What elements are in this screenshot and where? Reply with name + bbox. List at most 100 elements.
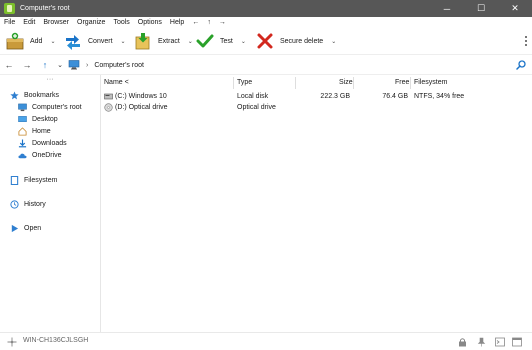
convert-label: Convert [88,37,113,45]
status-bar: WIN-CH136CJLSGH [0,332,532,350]
row-type: Local disk [237,93,269,100]
menu-tools[interactable]: Tools [109,17,133,28]
sidebar-filesystem[interactable]: Filesystem [0,174,100,186]
cloud-icon [18,151,27,160]
sidebar-open-label: Open [24,224,42,232]
sidebar: ··· Bookmarks Computer's root Desktop Ho… [0,75,101,332]
filesystem-icon [10,175,19,185]
title-bar: Computer's root ─ ☐ ✕ [0,0,532,17]
checkmark-icon [196,32,214,50]
sidebar-open[interactable]: Open [0,222,100,234]
computer-name: WIN-CH136CJLSGH [23,337,89,344]
star-icon [10,90,19,100]
extract-button[interactable]: Extract ⌄ [128,28,193,55]
menu-forward-arrow[interactable]: → [215,17,230,28]
convert-dropdown-icon[interactable]: ⌄ [121,38,126,45]
forward-button[interactable]: → [18,56,36,75]
breadcrumb-separator: › [86,61,89,69]
row-size: 222.3 GB [320,93,350,100]
search-icon[interactable] [516,60,526,70]
address-bar: ← → ↑ ⌄ › Computer's root [0,56,532,75]
extract-icon [134,32,152,50]
pin-icon[interactable] [477,337,486,347]
add-label: Add [30,37,43,45]
column-header-name[interactable]: Name < [104,79,129,86]
table-row[interactable]: (D:) Optical drive Optical drive [101,102,532,113]
panel-layout-icon[interactable] [512,337,522,347]
row-type: Optical drive [237,104,276,111]
sidebar-history-label: History [24,200,46,208]
column-divider[interactable] [233,77,234,89]
minimize-button[interactable]: ─ [430,0,464,17]
row-free: 76.4 GB [382,93,408,100]
column-header-free[interactable]: Free [395,79,409,86]
toolbar-overflow-icon[interactable] [525,36,528,46]
sidebar-item-label: Desktop [32,115,58,123]
column-divider[interactable] [410,77,411,89]
history-dropdown-icon[interactable]: ⌄ [54,56,66,75]
play-icon [10,224,19,233]
add-dropdown-icon[interactable]: ⌄ [50,38,55,45]
sidebar-bookmarks[interactable]: Bookmarks [0,89,100,101]
lock-icon[interactable] [458,337,467,347]
menu-browser[interactable]: Browser [39,17,73,28]
menu-back-arrow[interactable]: ← [188,17,203,28]
optical-drive-icon [104,102,113,113]
up-button[interactable]: ↑ [36,56,54,75]
menu-up-arrow[interactable]: ↑ [203,17,215,28]
secure-delete-label: Secure delete [280,37,324,45]
column-header-type[interactable]: Type [237,79,252,86]
app-logo-icon [4,3,15,14]
row-filesystem: NTFS, 34% free [414,93,465,100]
desktop-icon [18,115,27,124]
sidebar-history[interactable]: History [0,198,100,210]
file-list: Name < Type Size Free Filesystem (C:) Wi… [101,75,532,332]
extract-label: Extract [158,37,180,45]
download-icon [18,138,27,148]
add-button[interactable]: Add ⌄ [0,28,58,55]
test-button[interactable]: Test ⌄ [190,28,250,55]
menu-file[interactable]: File [0,17,19,28]
test-label: Test [220,37,233,45]
delete-x-icon [256,32,274,50]
sidebar-item-label: Home [32,127,51,135]
sidebar-filesystem-label: Filesystem [24,176,58,184]
home-icon [18,126,27,136]
maximize-button[interactable]: ☐ [464,0,498,17]
menu-bar: File Edit Browser Organize Tools Options… [0,17,532,28]
sidebar-item-computers-root[interactable]: Computer's root [0,101,100,113]
column-divider[interactable] [353,77,354,89]
menu-help[interactable]: Help [166,17,188,28]
sidebar-item-downloads[interactable]: Downloads [0,137,100,149]
sidebar-item-onedrive[interactable]: OneDrive [0,149,100,161]
table-row[interactable]: (C:) Windows 10 Local disk 222.3 GB 76.4… [101,91,532,102]
sidebar-more-icon[interactable]: ··· [0,75,100,87]
secure-delete-dropdown-icon[interactable]: ⌄ [331,38,336,45]
terminal-icon[interactable] [495,337,505,347]
menu-edit[interactable]: Edit [19,17,39,28]
convert-button[interactable]: Convert ⌄ [58,28,128,55]
menu-organize[interactable]: Organize [73,17,109,28]
back-button[interactable]: ← [0,56,18,75]
row-name: (C:) Windows 10 [115,93,167,100]
secure-delete-button[interactable]: Secure delete ⌄ [250,28,340,55]
column-divider[interactable] [295,77,296,89]
sidebar-item-home[interactable]: Home [0,125,100,137]
close-button[interactable]: ✕ [498,0,532,17]
clock-icon [10,199,19,209]
sidebar-item-label: Downloads [32,139,67,147]
sidebar-bookmarks-label: Bookmarks [24,91,60,99]
sidebar-item-label: OneDrive [32,151,62,159]
toolbar: Add ⌄ Convert ⌄ Extract ⌄ Test ⌄ Secure … [0,28,532,55]
test-dropdown-icon[interactable]: ⌄ [241,38,246,45]
sidebar-item-label: Computer's root [32,103,82,111]
network-icon [7,337,17,347]
menu-options[interactable]: Options [134,17,166,28]
column-header-filesystem[interactable]: Filesystem [414,79,447,86]
row-name: (D:) Optical drive [115,104,168,111]
computer-icon [18,103,27,112]
computer-icon [68,60,80,70]
breadcrumb-computers-root[interactable]: Computer's root [94,62,144,69]
sidebar-item-desktop[interactable]: Desktop [0,113,100,125]
column-header-size[interactable]: Size [339,79,353,86]
